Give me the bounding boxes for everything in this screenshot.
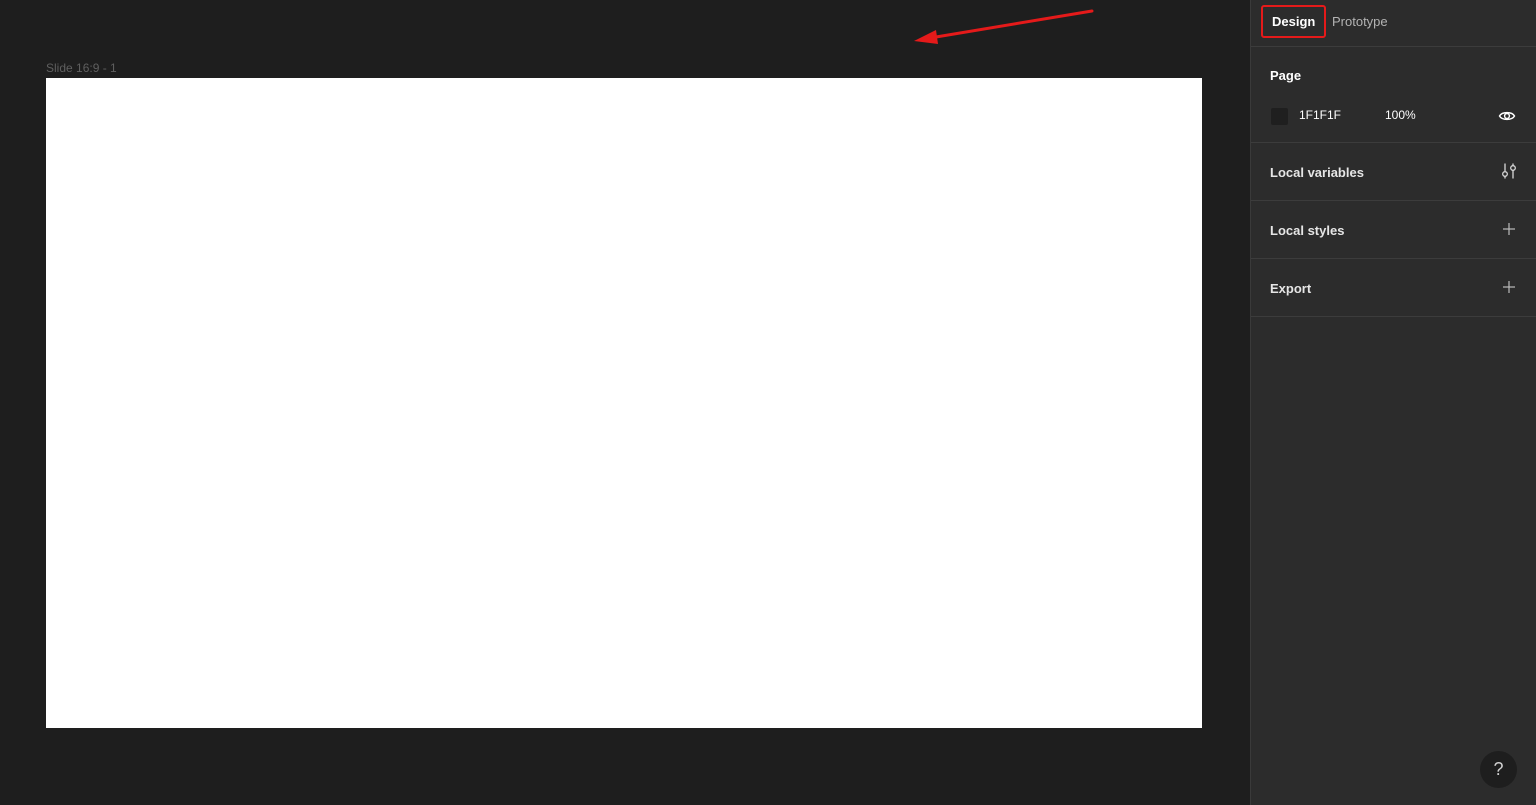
page-section: Page 1F1F1F 100% [1251, 47, 1536, 143]
variables-sliders-icon[interactable] [1500, 162, 1518, 180]
page-fill-opacity[interactable]: 100% [1385, 108, 1416, 122]
local-styles-title[interactable]: Local styles [1270, 223, 1344, 238]
frame-label[interactable]: Slide 16:9 - 1 [46, 61, 117, 75]
properties-panel: Design Prototype Page 1F1F1F 100% Local … [1250, 0, 1536, 805]
page-fill-row: 1F1F1F 100% [1270, 104, 1524, 128]
panel-tabs: Design Prototype [1251, 0, 1536, 47]
add-export-plus-icon[interactable] [1500, 278, 1518, 296]
annotation-arrow-icon [914, 9, 1094, 44]
tab-design[interactable]: Design [1261, 5, 1327, 38]
local-variables-section[interactable]: Local variables [1251, 143, 1536, 201]
eye-icon[interactable] [1498, 107, 1516, 125]
add-style-plus-icon[interactable] [1500, 220, 1518, 238]
page-fill-hex[interactable]: 1F1F1F [1299, 108, 1341, 122]
export-title[interactable]: Export [1270, 281, 1311, 296]
design-canvas[interactable]: Slide 16:9 - 1 [0, 0, 1250, 805]
tab-prototype[interactable]: Prototype [1332, 6, 1388, 38]
local-styles-section[interactable]: Local styles [1251, 201, 1536, 259]
page-section-title: Page [1270, 68, 1302, 83]
local-variables-title[interactable]: Local variables [1270, 165, 1364, 180]
help-button[interactable]: ? [1480, 751, 1517, 788]
page-fill-swatch[interactable] [1271, 108, 1288, 125]
export-section[interactable]: Export [1251, 259, 1536, 317]
slide-frame[interactable] [46, 78, 1202, 728]
